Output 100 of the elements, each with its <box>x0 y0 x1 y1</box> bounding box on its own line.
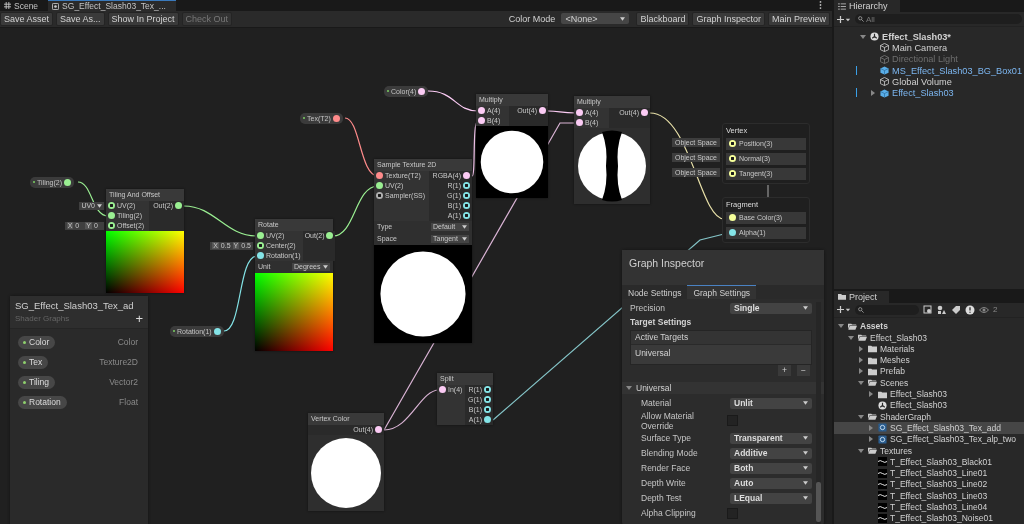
port-icon[interactable] <box>539 107 546 115</box>
project-item[interactable]: T_Effect_Slash03_Line04 <box>834 501 1024 513</box>
port-icon[interactable] <box>257 242 264 250</box>
expand-arrow-icon[interactable] <box>858 379 864 386</box>
shapes-icon[interactable] <box>937 304 947 315</box>
project-item[interactable]: Effect_Slash03 <box>834 388 1024 400</box>
eye-icon[interactable] <box>979 304 989 315</box>
expand-arrow-icon[interactable] <box>870 90 876 97</box>
precision-dropdown[interactable]: Single <box>730 302 812 314</box>
port-icon[interactable] <box>484 406 491 414</box>
project-item[interactable]: Assets <box>834 320 1024 332</box>
setting-dropdown[interactable]: LEqual <box>730 492 812 504</box>
project-tab[interactable]: Project <box>834 290 889 303</box>
warning-icon[interactable] <box>965 304 975 315</box>
setting-dropdown[interactable]: Additive <box>730 447 812 459</box>
port-icon[interactable] <box>576 119 583 127</box>
setting-dropdown[interactable]: Unlit <box>730 397 812 409</box>
port-icon[interactable] <box>478 107 485 115</box>
expand-arrow-icon[interactable] <box>858 357 864 364</box>
port-icon[interactable] <box>418 87 426 95</box>
editor-tab[interactable]: Scene <box>0 0 49 11</box>
hierarchy-item[interactable]: Global Volume <box>834 76 1024 88</box>
port-icon[interactable] <box>641 109 648 117</box>
search-field[interactable] <box>855 304 919 315</box>
project-item[interactable]: SG_Effect_Slash03_Tex_add <box>834 422 1024 434</box>
port-icon[interactable] <box>108 202 115 210</box>
project-item[interactable]: Effect_Slash03 <box>834 399 1024 412</box>
port-icon[interactable] <box>376 182 383 190</box>
property-pill[interactable]: Tex <box>18 355 49 369</box>
expand-arrow-icon[interactable] <box>868 436 874 443</box>
toolbar-button[interactable]: Main Preview <box>767 12 830 26</box>
color-mode-dropdown[interactable]: <None> <box>561 13 630 25</box>
port-icon[interactable] <box>175 202 182 210</box>
property-pill[interactable]: Rotation <box>18 395 67 409</box>
port-icon[interactable] <box>484 386 491 394</box>
add-menu-icon[interactable] <box>837 306 851 314</box>
setting-dropdown[interactable]: Transparent <box>730 432 812 444</box>
toolbar-button[interactable]: Show In Project <box>107 12 179 26</box>
expand-arrow-icon[interactable] <box>626 384 632 391</box>
expand-arrow-icon[interactable] <box>858 368 864 375</box>
port-icon[interactable] <box>484 416 491 424</box>
expand-arrow-icon[interactable] <box>860 33 866 40</box>
expand-arrow-icon[interactable] <box>858 345 864 352</box>
expand-arrow-icon[interactable] <box>858 447 864 454</box>
port-icon[interactable] <box>463 212 470 220</box>
project-item[interactable]: Meshes <box>834 354 1024 366</box>
port-icon[interactable] <box>729 155 736 163</box>
port-icon[interactable] <box>729 214 736 222</box>
expand-arrow-icon[interactable] <box>838 323 844 330</box>
toolbar-button[interactable]: Blackboard <box>636 12 690 26</box>
add-button[interactable]: + <box>135 313 143 324</box>
port-icon[interactable] <box>108 212 115 220</box>
port-icon[interactable] <box>576 109 583 117</box>
port-icon[interactable] <box>64 178 72 186</box>
list-button[interactable]: − <box>797 364 810 376</box>
port-icon[interactable] <box>376 192 383 200</box>
port-icon[interactable] <box>326 232 334 240</box>
port-icon[interactable] <box>729 140 736 148</box>
project-item[interactable]: Textures <box>834 444 1024 457</box>
list-button[interactable]: + <box>778 364 792 376</box>
port-icon[interactable] <box>729 229 736 237</box>
project-item[interactable]: T_Effect_Slash03_Black01 <box>834 456 1024 468</box>
port-icon[interactable] <box>257 232 264 240</box>
expand-arrow-icon[interactable] <box>868 424 874 431</box>
hierarchy-item[interactable]: Effect_Slash03* <box>834 31 1024 43</box>
port-icon[interactable] <box>484 396 491 404</box>
toolbar-button[interactable]: Save Asset <box>0 12 54 26</box>
project-item[interactable]: Prefab <box>834 365 1024 378</box>
toolbar-button[interactable]: Save As... <box>56 12 105 26</box>
project-item[interactable]: SG_Effect_Slash03_Tex_alp_two <box>834 433 1024 445</box>
search-field[interactable]: All <box>855 14 1022 24</box>
project-item[interactable]: T_Effect_Slash03_Line03 <box>834 490 1024 502</box>
port-icon[interactable] <box>463 182 470 190</box>
expand-arrow-icon[interactable] <box>868 391 874 398</box>
add-menu-icon[interactable] <box>837 15 851 23</box>
hierarchy-item[interactable]: Main Camera <box>834 42 1024 54</box>
expand-arrow-icon[interactable] <box>848 334 854 341</box>
project-item[interactable]: Materials <box>834 343 1024 355</box>
port-icon[interactable] <box>463 202 470 210</box>
port-icon[interactable] <box>478 117 485 125</box>
project-item[interactable]: T_Effect_Slash03_Noise01 <box>834 512 1024 524</box>
setting-dropdown[interactable]: Auto <box>730 477 812 489</box>
tag-icon[interactable] <box>951 304 961 315</box>
setting-dropdown[interactable]: Both <box>730 462 812 474</box>
search-by-type-icon[interactable] <box>923 304 933 315</box>
project-item[interactable]: ShaderGraph <box>834 411 1024 423</box>
port-icon[interactable] <box>375 426 382 434</box>
port-icon[interactable] <box>213 327 221 335</box>
project-item[interactable]: T_Effect_Slash03_Line02 <box>834 478 1024 491</box>
project-item[interactable]: T_Effect_Slash03_Line01 <box>834 467 1024 479</box>
property-pill[interactable]: Color <box>18 335 56 349</box>
port-icon[interactable] <box>463 192 470 200</box>
port-icon[interactable] <box>257 252 264 260</box>
more-options-icon[interactable] <box>819 1 822 9</box>
property-pill[interactable]: Tiling <box>18 375 55 389</box>
toolbar-button[interactable]: Graph Inspector <box>692 12 765 26</box>
expand-arrow-icon[interactable] <box>858 413 864 420</box>
port-icon[interactable] <box>729 170 736 178</box>
foldout-header[interactable]: Universal <box>622 381 824 394</box>
project-item[interactable]: Scenes <box>834 377 1024 389</box>
